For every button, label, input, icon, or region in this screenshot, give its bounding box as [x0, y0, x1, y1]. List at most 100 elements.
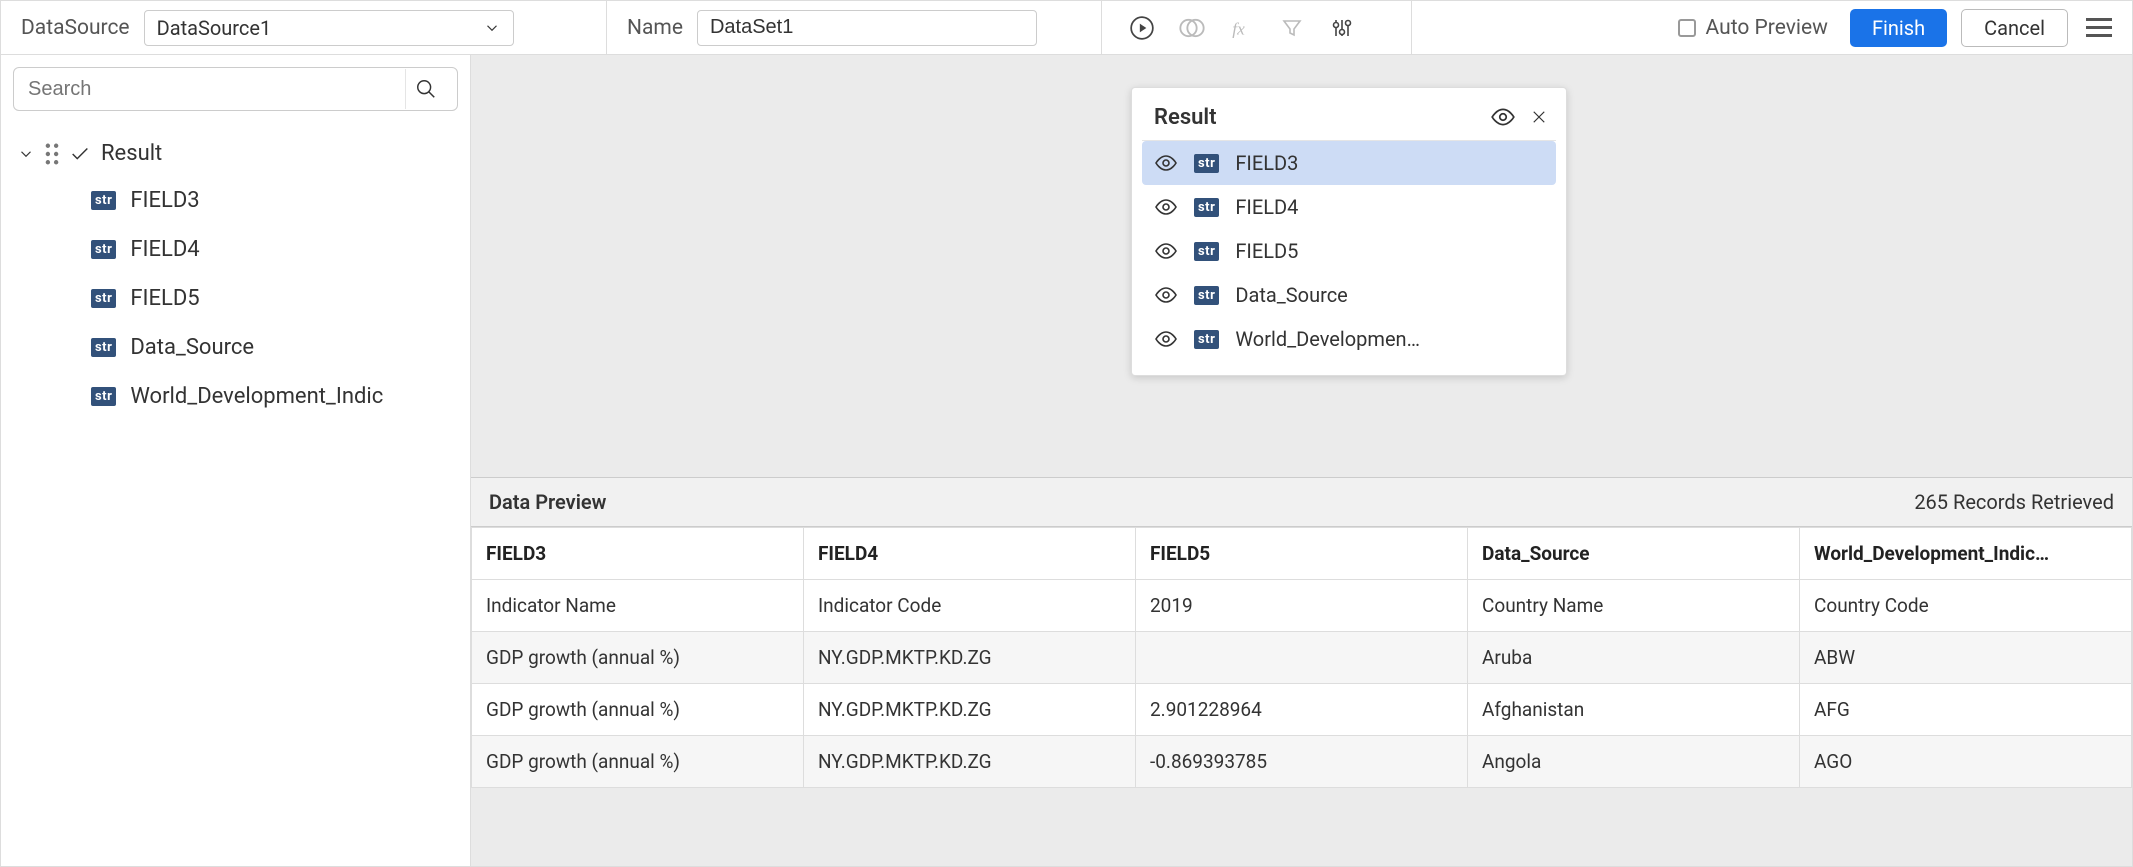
preview-title: Data Preview — [489, 490, 606, 514]
canvas: Result str FIELD3 str FIELD4 str FIELD5 str Dat… — [471, 55, 2132, 477]
table-cell: AGO — [1800, 736, 2132, 788]
type-badge-icon: str — [1194, 242, 1219, 261]
table-cell: -0.869393785 — [1136, 736, 1468, 788]
datasource-value: DataSource1 — [157, 16, 272, 40]
table-cell: 2019 — [1136, 580, 1468, 632]
tree-field[interactable]: str FIELD3 — [91, 176, 470, 225]
tree-field[interactable]: str World_Development_Indic — [91, 372, 470, 421]
table-cell: Aruba — [1468, 632, 1800, 684]
column-header[interactable]: FIELD3 — [472, 528, 804, 580]
tree-field-label: FIELD4 — [130, 237, 199, 262]
popover-field-item[interactable]: str FIELD3 — [1142, 141, 1556, 185]
filter-icon[interactable] — [1272, 8, 1312, 48]
type-badge-icon: str — [91, 338, 116, 357]
close-icon[interactable] — [1530, 108, 1548, 126]
eye-icon[interactable] — [1154, 151, 1178, 175]
type-badge-icon: str — [1194, 154, 1219, 173]
tree-field[interactable]: strFIELD5 — [91, 274, 470, 323]
table-cell: NY.GDP.MKTP.KD.ZG — [804, 736, 1136, 788]
datasource-label: DataSource — [21, 16, 130, 40]
play-icon[interactable] — [1122, 8, 1162, 48]
eye-icon[interactable] — [1154, 195, 1178, 219]
tree-root-result[interactable]: Result — [1, 131, 470, 176]
eye-icon[interactable] — [1154, 283, 1178, 307]
preview-table: FIELD3FIELD4FIELD5Data_SourceWorld_Devel… — [471, 527, 2132, 788]
search-input[interactable] — [26, 77, 397, 102]
app-root: DataSource DataSource1 Name fx — [0, 0, 2133, 867]
chevron-down-icon — [17, 145, 35, 163]
table-row: GDP growth (annual %)NY.GDP.MKTP.KD.ZG-0… — [472, 736, 2132, 788]
tree-field-label: FIELD5 — [130, 286, 199, 311]
name-label: Name — [627, 16, 683, 40]
table-row: Indicator NameIndicator Code2019Country … — [472, 580, 2132, 632]
type-badge-icon: str — [91, 191, 116, 210]
tree-root-label: Result — [101, 141, 162, 166]
check-icon — [69, 143, 91, 165]
search-input-wrapper — [13, 67, 458, 111]
datasource-dropdown[interactable]: DataSource1 — [144, 10, 514, 46]
table-cell: Indicator Name — [472, 580, 804, 632]
type-badge-icon: str — [1194, 198, 1219, 217]
popover-title: Result — [1154, 105, 1217, 130]
popover-field-label: World_Developmen… — [1235, 327, 1544, 351]
table-cell: Indicator Code — [804, 580, 1136, 632]
menu-icon[interactable] — [2086, 18, 2112, 37]
eye-icon[interactable] — [1490, 104, 1516, 130]
auto-preview-label: Auto Preview — [1706, 16, 1828, 40]
search-icon[interactable] — [405, 69, 445, 109]
column-header[interactable]: World_Development_Indic… — [1800, 528, 2132, 580]
drag-handle-icon[interactable] — [45, 143, 59, 165]
main-area: Result str FIELD3 str FIELD4 str FIELD5 str Dat… — [471, 55, 2132, 866]
sliders-icon[interactable] — [1322, 8, 1362, 48]
popover-field-item[interactable]: str Data_Source — [1142, 273, 1556, 317]
tree-field[interactable]: str Data_Source — [91, 323, 470, 372]
body: Result strFIELD3strFIELD4strFIELD5strDat… — [1, 55, 2132, 866]
svg-text:fx: fx — [1232, 19, 1245, 38]
type-badge-icon: str — [91, 387, 116, 406]
fx-icon[interactable]: fx — [1222, 8, 1262, 48]
type-badge-icon: str — [91, 240, 116, 259]
table-cell: Angola — [1468, 736, 1800, 788]
popover-field-label: FIELD3 — [1235, 151, 1544, 175]
popover-field-label: FIELD5 — [1235, 239, 1544, 263]
table-cell: Country Name — [1468, 580, 1800, 632]
tree-field[interactable]: str FIELD4 — [91, 225, 470, 274]
popover-field-label: FIELD4 — [1235, 195, 1544, 219]
table-cell: NY.GDP.MKTP.KD.ZG — [804, 684, 1136, 736]
chevron-down-icon — [483, 19, 501, 37]
field-tree: Result strFIELD3strFIELD4strFIELD5strDat… — [1, 123, 470, 429]
tree-field-label: FIELD3 — [130, 188, 199, 213]
tree-field-label: Data_Source — [130, 335, 254, 360]
topbar: DataSource DataSource1 Name fx — [1, 1, 2132, 55]
column-header[interactable]: Data_Source — [1468, 528, 1800, 580]
records-retrieved: 265 Records Retrieved — [1914, 490, 2114, 514]
table-cell: Country Code — [1800, 580, 2132, 632]
table-cell: GDP growth (annual %) — [472, 736, 804, 788]
table-cell: NY.GDP.MKTP.KD.ZG — [804, 632, 1136, 684]
auto-preview-checkbox[interactable] — [1678, 19, 1696, 37]
tree-field-label: World_Development_Indic — [130, 384, 383, 409]
column-header[interactable]: FIELD4 — [804, 528, 1136, 580]
dataset-name-input[interactable] — [697, 10, 1037, 46]
table-row: GDP growth (annual %)NY.GDP.MKTP.KD.ZG2.… — [472, 684, 2132, 736]
table-cell: 2.901228964 — [1136, 684, 1468, 736]
popover-field-item[interactable]: str World_Developmen… — [1142, 317, 1556, 361]
popover-field-label: Data_Source — [1235, 283, 1544, 307]
column-header[interactable]: FIELD5 — [1136, 528, 1468, 580]
venn-icon[interactable] — [1172, 8, 1212, 48]
popover-field-item[interactable]: str FIELD5 — [1142, 229, 1556, 273]
table-cell: GDP growth (annual %) — [472, 632, 804, 684]
cancel-button[interactable]: Cancel — [1961, 9, 2068, 47]
result-popover: Result str FIELD3 str FIELD4 str FIELD5 str Dat… — [1131, 87, 1567, 376]
data-preview: Data Preview 265 Records Retrieved FIELD… — [471, 477, 2132, 788]
type-badge-icon: str — [1194, 286, 1219, 305]
eye-icon[interactable] — [1154, 239, 1178, 263]
type-badge-icon: str — [1194, 330, 1219, 349]
popover-field-item[interactable]: str FIELD4 — [1142, 185, 1556, 229]
preview-header: Data Preview 265 Records Retrieved — [471, 478, 2132, 527]
table-cell: Afghanistan — [1468, 684, 1800, 736]
finish-button[interactable]: Finish — [1850, 9, 1947, 47]
table-cell — [1136, 632, 1468, 684]
eye-icon[interactable] — [1154, 327, 1178, 351]
table-cell: ABW — [1800, 632, 2132, 684]
